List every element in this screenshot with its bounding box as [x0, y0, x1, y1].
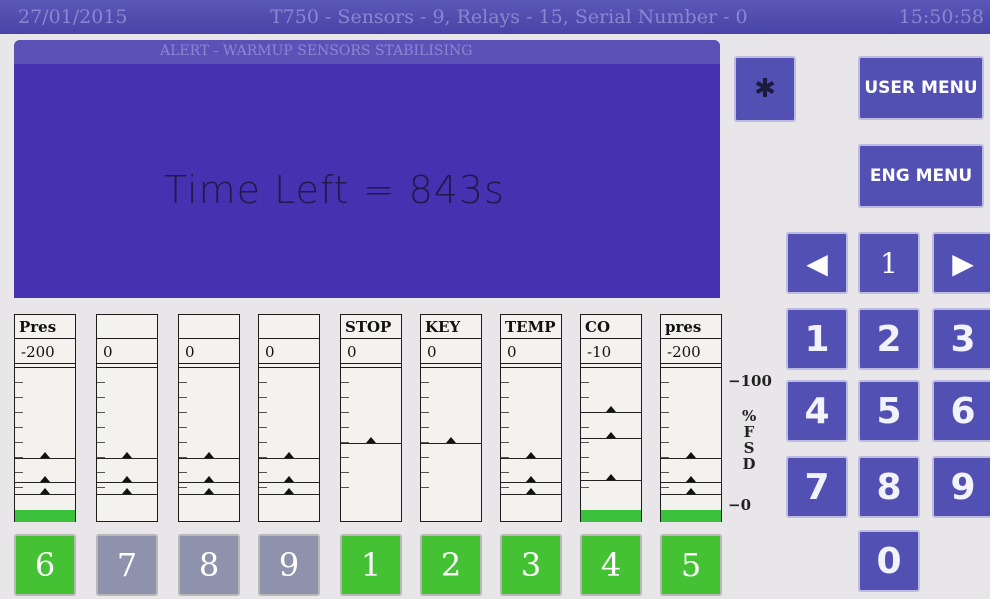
gauge-level-bar [661, 510, 721, 522]
status-device-info: T750 - Sensors - 9, Relays - 15, Serial … [270, 6, 748, 28]
keypad-1[interactable]: 1 [786, 308, 848, 370]
gauge-label: KEY [421, 315, 481, 339]
gauge-scale [421, 367, 481, 522]
keypad-0[interactable]: 0 [858, 530, 920, 592]
scale-min-label: −0 [728, 496, 752, 514]
status-time: 15:50:58 [898, 6, 984, 28]
channel-button-2[interactable]: 2 [420, 534, 482, 596]
alert-panel: ALERT - WARMUP SENSORS STABILISING Time … [14, 40, 720, 298]
sensor-gauge-7[interactable]: 0 [96, 314, 158, 522]
keypad-3[interactable]: 3 [932, 308, 990, 370]
gauge-label: Pres [15, 315, 75, 339]
sensor-gauge-9[interactable]: 0 [258, 314, 320, 522]
gauge-value: 0 [421, 340, 481, 364]
channel-button-8[interactable]: 8 [178, 534, 240, 596]
gauge-label [179, 315, 239, 339]
channel-button-4[interactable]: 4 [580, 534, 642, 596]
user-menu-button[interactable]: USER MENU [858, 56, 984, 120]
gauge-scale [259, 367, 319, 522]
gauge-level-bar [581, 510, 641, 522]
gauge-scale [97, 367, 157, 522]
gauge-value: 0 [501, 340, 561, 364]
gauge-scale [661, 367, 721, 522]
gauge-label: TEMP [501, 315, 561, 339]
alert-header-text: ALERT - WARMUP SENSORS STABILISING [160, 43, 473, 59]
gauge-value: -200 [661, 340, 721, 364]
gauge-label: CO [581, 315, 641, 339]
keypad-2[interactable]: 2 [858, 308, 920, 370]
gauge-label [259, 315, 319, 339]
channel-button-1[interactable]: 1 [340, 534, 402, 596]
keypad-4[interactable]: 4 [786, 380, 848, 442]
gauge-value: 0 [341, 340, 401, 364]
sensor-gauge-2[interactable]: KEY 0 [420, 314, 482, 522]
page-number-button[interactable]: 1 [858, 232, 920, 294]
arrow-right-icon: ▶ [952, 246, 974, 280]
keypad-9[interactable]: 9 [932, 456, 990, 518]
sensor-gauge-8[interactable]: 0 [178, 314, 240, 522]
channel-button-3[interactable]: 3 [500, 534, 562, 596]
gauge-scale [581, 367, 641, 522]
bluetooth-icon: ✱ [754, 74, 776, 104]
gauge-scale [15, 367, 75, 522]
eng-menu-button[interactable]: ENG MENU [858, 144, 984, 208]
prev-page-button[interactable]: ◀ [786, 232, 848, 294]
status-date: 27/01/2015 [18, 6, 128, 28]
sensor-gauge-3[interactable]: TEMP 0 [500, 314, 562, 522]
gauge-value: 0 [97, 340, 157, 364]
sensor-gauge-4[interactable]: CO -10 [580, 314, 642, 522]
keypad-5[interactable]: 5 [858, 380, 920, 442]
channel-button-6[interactable]: 6 [14, 534, 76, 596]
sensor-gauge-1[interactable]: STOP 0 [340, 314, 402, 522]
sensor-gauge-6[interactable]: Pres -200 [14, 314, 76, 522]
gauge-value: 0 [179, 340, 239, 364]
next-page-button[interactable]: ▶ [932, 232, 990, 294]
channel-button-5[interactable]: 5 [660, 534, 722, 596]
gauge-value: -200 [15, 340, 75, 364]
time-left-message: Time Left = 843s [164, 168, 505, 212]
sensor-gauge-5[interactable]: pres -200 [660, 314, 722, 522]
alert-header: ALERT - WARMUP SENSORS STABILISING [14, 40, 720, 64]
scale-unit-label: % F S D [742, 407, 757, 473]
gauge-scale [501, 367, 561, 522]
gauge-level-bar [15, 510, 75, 522]
gauge-label: pres [661, 315, 721, 339]
gauge-value: -10 [581, 340, 641, 364]
keypad-6[interactable]: 6 [932, 380, 990, 442]
gauge-scale [179, 367, 239, 522]
scale-max-label: −100 [728, 372, 772, 390]
gauge-label [97, 315, 157, 339]
arrow-left-icon: ◀ [806, 246, 828, 280]
status-bar: 27/01/2015 T750 - Sensors - 9, Relays - … [0, 0, 990, 34]
gauge-value: 0 [259, 340, 319, 364]
bluetooth-button[interactable]: ✱ [734, 56, 796, 122]
gauge-label: STOP [341, 315, 401, 339]
channel-button-9[interactable]: 9 [258, 534, 320, 596]
channel-button-7[interactable]: 7 [96, 534, 158, 596]
keypad-7[interactable]: 7 [786, 456, 848, 518]
keypad-8[interactable]: 8 [858, 456, 920, 518]
gauge-scale [341, 367, 401, 522]
